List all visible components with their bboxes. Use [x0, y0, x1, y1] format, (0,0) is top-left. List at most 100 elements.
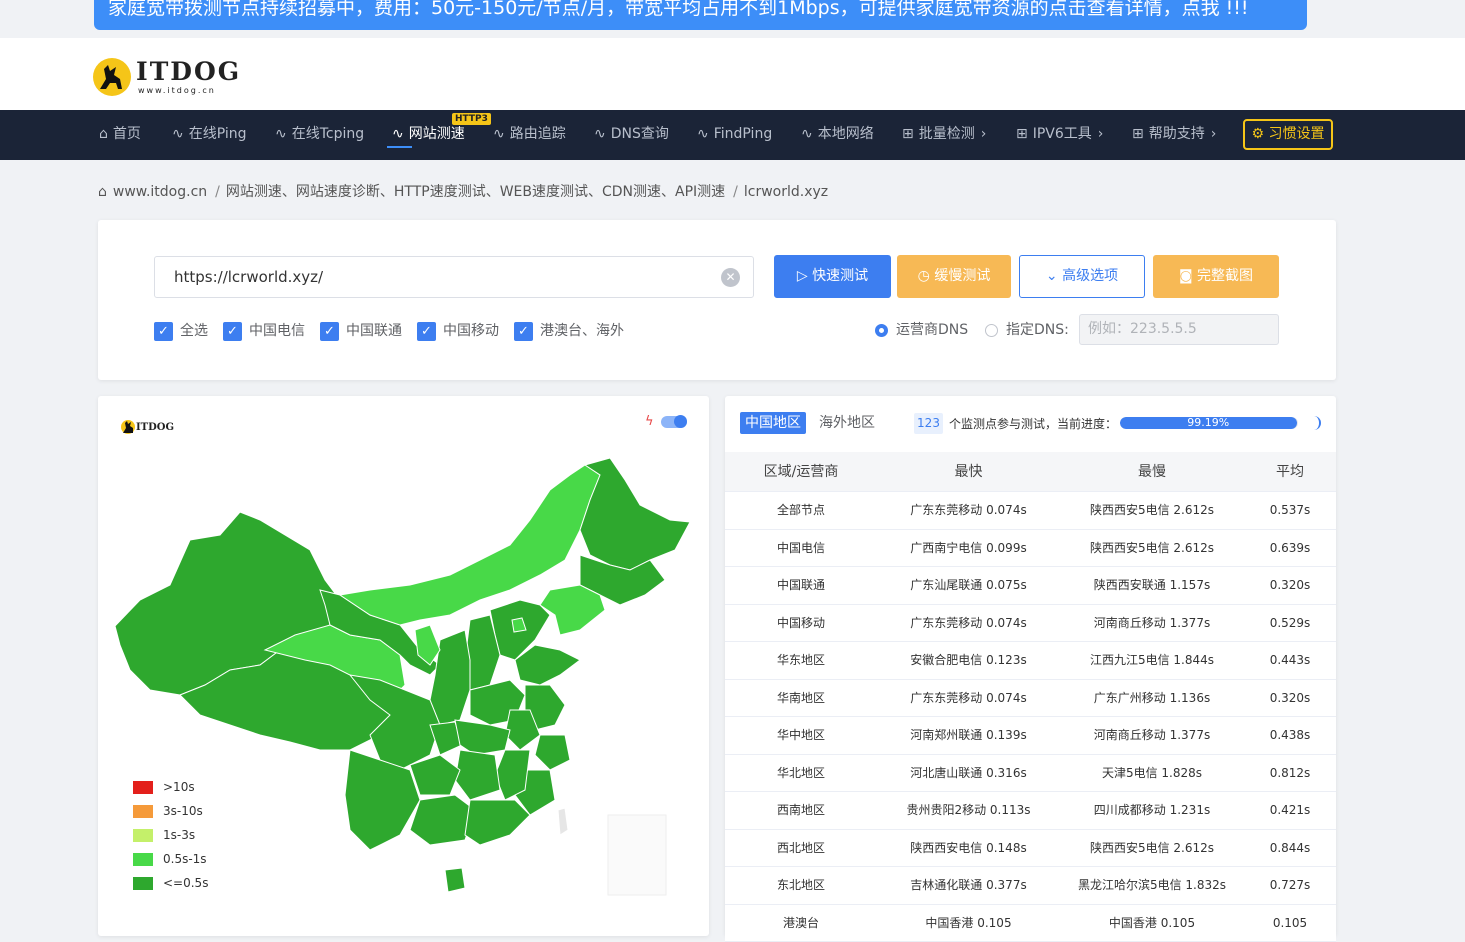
radio-custom-dns[interactable]: 指定DNS: [985, 320, 1069, 340]
south-china-sea-inset [608, 815, 666, 895]
table-row[interactable]: 东北地区吉林通化联通 0.377s黑龙江哈尔滨5电信 1.832s0.727s [725, 867, 1336, 905]
quick-test-button[interactable]: ▷ 快速测试 [774, 255, 891, 298]
breadcrumb-section[interactable]: 网站测速、网站速度诊断、HTTP速度测试、WEB速度测试、CDN测速、API测速 [226, 184, 725, 200]
table-row[interactable]: 华南地区广东东莞移动 0.074s广东广州移动 1.136s0.320s [725, 680, 1336, 718]
tab-china[interactable]: 中国地区 [740, 412, 806, 434]
site-logo[interactable]: ITDOG www.itdog.cn [92, 55, 242, 97]
check-icon: ✓ [514, 322, 533, 341]
header: ITDOG www.itdog.cn [0, 38, 1465, 110]
table-row[interactable]: 全部节点广东东莞移动 0.074s陕西西安5电信 2.612s0.537s [725, 492, 1336, 530]
chevron-down-icon: ⌄ [1046, 268, 1062, 284]
table-cell: 陕西西安5电信 2.612s [1060, 830, 1244, 867]
table-cell: 0.844s [1244, 830, 1336, 867]
table-cell: 广东广州移动 1.136s [1060, 680, 1244, 717]
table-cell: 河北唐山联通 0.316s [877, 755, 1060, 792]
column-header: 最快 [877, 452, 1060, 492]
custom-dns-input[interactable]: 例如：223.5.5.5 [1079, 314, 1279, 345]
gear-icon: ⚙ [1251, 126, 1268, 142]
column-header: 平均 [1244, 452, 1336, 492]
table-cell: 华南地区 [725, 680, 877, 717]
dog-logo-icon [92, 57, 132, 97]
clock-icon: ◷ [918, 268, 935, 284]
table-cell: 0.320s [1244, 680, 1336, 717]
table-cell: 华北地区 [725, 755, 877, 792]
nav-findping[interactable]: ∿FindPing [697, 110, 772, 160]
checkbox-overseas[interactable]: ✓港澳台、海外 [514, 321, 624, 341]
nav-local-network[interactable]: ∿本地网络 [801, 110, 874, 160]
table-row[interactable]: 西南地区贵州贵阳2移动 0.113s四川成都移动 1.231s0.421s [725, 792, 1336, 830]
table-cell: 安徽合肥电信 0.123s [877, 642, 1060, 679]
table-row[interactable]: 华北地区河北唐山联通 0.316s天津5电信 1.828s0.812s [725, 755, 1336, 793]
url-input[interactable]: https://lcrworld.xyz/ [154, 256, 754, 298]
table-cell: 陕西西安联通 1.157s [1060, 567, 1244, 604]
nav-batch[interactable]: ⊞批量检测› [902, 110, 991, 160]
chevron-right-icon: › [1098, 110, 1104, 158]
screenshot-button[interactable]: ◙ 完整截图 [1153, 255, 1279, 298]
checkbox-unicom[interactable]: ✓中国联通 [320, 321, 402, 341]
table-row[interactable]: 华中地区河南郑州联通 0.139s河南商丘移动 1.377s0.438s [725, 717, 1336, 755]
progress-bar: 99.19% [1120, 417, 1298, 429]
table-cell: 0.812s [1244, 755, 1336, 792]
breadcrumb-home[interactable]: www.itdog.cn [113, 184, 207, 200]
table-cell: 0.421s [1244, 792, 1336, 829]
radio-isp-dns[interactable]: 运营商DNS [875, 320, 968, 340]
test-form-card [98, 220, 1336, 380]
table-cell: 0.727s [1244, 867, 1336, 904]
region-guangdong [465, 800, 530, 845]
table-cell: 0.438s [1244, 717, 1336, 754]
settings-button[interactable]: ⚙ 习惯设置 [1243, 119, 1333, 150]
map-toggle[interactable] [661, 416, 687, 428]
table-cell: 河南郑州联通 0.139s [877, 717, 1060, 754]
clear-icon[interactable]: ✕ [721, 268, 740, 287]
table-cell: 0.443s [1244, 642, 1336, 679]
recruit-banner[interactable]: 家庭宽带拨测节点持续招募中，费用：50元-150元/节点/月，带宽平均占用不到1… [94, 0, 1307, 30]
nav-dns[interactable]: ∿DNS查询 [594, 110, 669, 160]
table-cell: 河南商丘移动 1.377s [1060, 717, 1244, 754]
grid-icon: ⊞ [1016, 110, 1028, 158]
region-liaoning [540, 585, 605, 635]
region-shandong [515, 645, 580, 685]
checkbox-mobile[interactable]: ✓中国移动 [417, 321, 499, 341]
legend-item: 3s-10s [133, 804, 203, 818]
region-taiwan [558, 808, 568, 835]
table-row[interactable]: 中国电信广西南宁电信 0.099s陕西西安5电信 2.612s0.639s [725, 530, 1336, 568]
banner-area: 家庭宽带拨测节点持续招募中，费用：50元-150元/节点/月，带宽平均占用不到1… [0, 0, 1465, 38]
table-cell: 0.537s [1244, 492, 1336, 529]
results-table-header: 区域/运营商 最快 最慢 平均 [725, 452, 1336, 492]
slow-test-button[interactable]: ◷ 缓慢测试 [897, 255, 1011, 298]
table-row[interactable]: 西北地区陕西西安电信 0.148s陕西西安5电信 2.612s0.844s [725, 830, 1336, 868]
nav-traceroute[interactable]: ∿路由追踪 [493, 110, 566, 160]
nav-tcping[interactable]: ∿在线Tcping [275, 110, 364, 160]
tab-overseas[interactable]: 海外地区 [814, 412, 880, 434]
table-cell: 华中地区 [725, 717, 877, 754]
chevron-right-icon: › [981, 110, 987, 158]
table-cell: 陕西西安5电信 2.612s [1060, 492, 1244, 529]
table-cell: 天津5电信 1.828s [1060, 755, 1244, 792]
pulse-icon: ∿ [275, 110, 287, 158]
nav-ping[interactable]: ∿在线Ping [172, 110, 247, 160]
table-cell: 广东东莞移动 0.074s [877, 605, 1060, 642]
table-cell: 中国香港 0.105 [877, 905, 1060, 942]
check-icon: ✓ [154, 322, 173, 341]
table-cell: 中国香港 0.105 [1060, 905, 1244, 942]
table-row[interactable]: 中国联通广东汕尾联通 0.075s陕西西安联通 1.157s0.320s [725, 567, 1336, 605]
advanced-options-button[interactable]: ⌄ 高级选项 [1019, 255, 1145, 298]
table-row[interactable]: 港澳台中国香港 0.105中国香港 0.1050.105 [725, 905, 1336, 942]
home-icon: ⌂ [99, 110, 108, 158]
legend-item: <=0.5s [133, 876, 208, 890]
checkbox-telecom[interactable]: ✓中国电信 [223, 321, 305, 341]
nav-help[interactable]: ⊞帮助支持› [1132, 110, 1221, 160]
legend-item: >10s [133, 780, 195, 794]
table-row[interactable]: 华东地区安徽合肥电信 0.123s江西九江5电信 1.844s0.443s [725, 642, 1336, 680]
table-cell: 广东东莞移动 0.074s [877, 680, 1060, 717]
checkbox-all[interactable]: ✓全选 [154, 321, 208, 341]
nav-home[interactable]: ⌂首页 [99, 110, 141, 160]
table-row[interactable]: 中国移动广东东莞移动 0.074s河南商丘移动 1.377s0.529s [725, 605, 1336, 643]
table-cell: 陕西西安电信 0.148s [877, 830, 1060, 867]
region-hunan [455, 750, 500, 800]
pulse-icon: ∿ [594, 110, 606, 158]
check-icon: ✓ [320, 322, 339, 341]
pulse-icon: ∿ [392, 110, 404, 158]
nav-ipv6[interactable]: ⊞IPV6工具› [1016, 110, 1108, 160]
table-cell: 西北地区 [725, 830, 877, 867]
